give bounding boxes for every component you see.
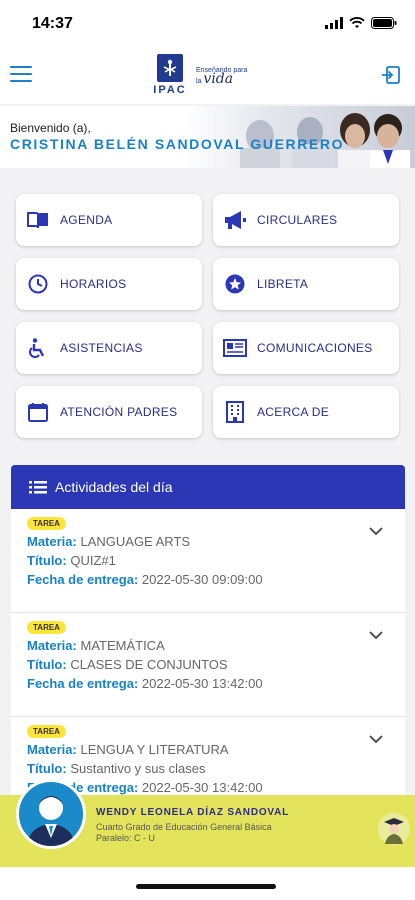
book-icon [26,208,50,232]
student-avatar[interactable] [16,779,86,849]
clock-icon [26,272,50,296]
signal-icon [325,17,343,29]
accessible-icon [26,336,50,360]
fecha-label: Fecha de entrega: [27,676,139,691]
menu-label: LIBRETA [257,277,309,291]
activities-title: Actividades del día [55,479,173,495]
menu-line [10,80,32,82]
menu-line [10,66,32,68]
wifi-icon [349,17,365,28]
titulo-label: Título: [27,761,67,776]
logo-text: IPAC [153,84,187,96]
activity-badge: TAREA [27,517,66,530]
activity-fecha: 2022-05-30 13:42:00 [141,676,263,691]
activity-fecha: 2022-05-30 09:09:00 [141,572,263,587]
welcome-banner: Bienvenido (a), CRISTINA BELÉN SANDOVAL … [0,106,415,168]
chevron-down-icon[interactable] [369,631,383,640]
materia-label: Materia: [27,638,77,653]
activity-fecha: 2022-05-30 13:42:00 [141,780,263,795]
student-grade: Cuarto Grado de Educación General Básica [96,822,272,832]
status-bar: 14:37 [0,0,415,48]
activity-titulo: QUIZ#1 [70,553,116,568]
status-icons [325,17,397,29]
logout-icon[interactable] [381,65,401,85]
activity-badge: TAREA [27,725,66,738]
graduate-icon[interactable] [377,812,411,846]
menu-label: ACERCA DE [257,405,330,419]
activities-header: Actividades del día [11,465,405,509]
titulo-label: Título: [27,657,67,672]
menu-label: CIRCULARES [257,213,338,227]
menu-label: ASISTENCIAS [60,341,143,355]
activity-materia: MATEMÁTICA [80,638,165,653]
calendar-icon [26,400,50,424]
activity-titulo: Sustantivo y sus clases [70,761,206,776]
parent-name: CRISTINA BELÉN SANDOVAL GUERRERO [10,136,345,152]
menu-tile-agenda[interactable]: AGENDA [16,194,202,246]
student-name: WENDY LEONELA DÍAZ SANDOVAL [96,807,290,818]
menu-label: AGENDA [60,213,113,227]
activity-materia: LENGUA Y LITERATURA [80,742,229,757]
logo-emblem-icon [157,54,183,82]
menu-tile-libreta[interactable]: LIBRETA [213,258,399,310]
menu-tile-horarios[interactable]: HORARIOS [16,258,202,310]
slogan-line-2: la [196,78,202,85]
star-icon [223,272,247,296]
menu-tile-acerca-de[interactable]: ACERCA DE [213,386,399,438]
materia-label: Materia: [27,742,77,757]
activity-badge: TAREA [27,621,66,634]
menu-tile-asistencias[interactable]: ASISTENCIAS [16,322,202,374]
student-avatar-icon [27,796,75,846]
welcome-label: Bienvenido (a), [10,121,91,135]
activity-materia: LANGUAGE ARTS [80,534,191,549]
menu-line [10,73,32,75]
activity-item[interactable]: TAREA Materia: LANGUAGE ARTS Título: QUI… [11,509,405,613]
logo-mark: IPAC [152,54,188,96]
battery-icon [371,17,397,29]
app-header: IPAC Enseñando para la vida [0,48,415,104]
chevron-down-icon[interactable] [369,735,383,744]
building-icon [223,400,247,424]
activity-titulo: CLASES DE CONJUNTOS [70,657,228,672]
menu-label: HORARIOS [60,277,127,291]
menu-tile-comunicaciones[interactable]: COMUNICACIONES [213,322,399,374]
ipac-logo: IPAC Enseñando para la vida [152,54,247,96]
slogan-word: vida [203,71,234,87]
status-time: 14:37 [32,15,73,32]
hamburger-menu-button[interactable] [10,66,32,84]
materia-label: Materia: [27,534,77,549]
menu-tile-atencion-padres[interactable]: ATENCIÓN PADRES [16,386,202,438]
home-indicator[interactable] [136,884,276,889]
menu-label: ATENCIÓN PADRES [60,405,178,419]
list-icon [29,481,47,494]
titulo-label: Título: [27,553,67,568]
fecha-label: Fecha de entrega: [27,572,139,587]
logo-slogan: Enseñando para la vida [196,66,247,86]
chevron-down-icon[interactable] [369,527,383,536]
megaphone-icon [223,208,247,232]
newspaper-icon [223,336,247,360]
student-paralelo: Paralelo: C - U [96,833,156,843]
menu-label: COMUNICACIONES [257,341,373,355]
menu-tile-circulares[interactable]: CIRCULARES [213,194,399,246]
activity-item[interactable]: TAREA Materia: MATEMÁTICA Título: CLASES… [11,613,405,717]
